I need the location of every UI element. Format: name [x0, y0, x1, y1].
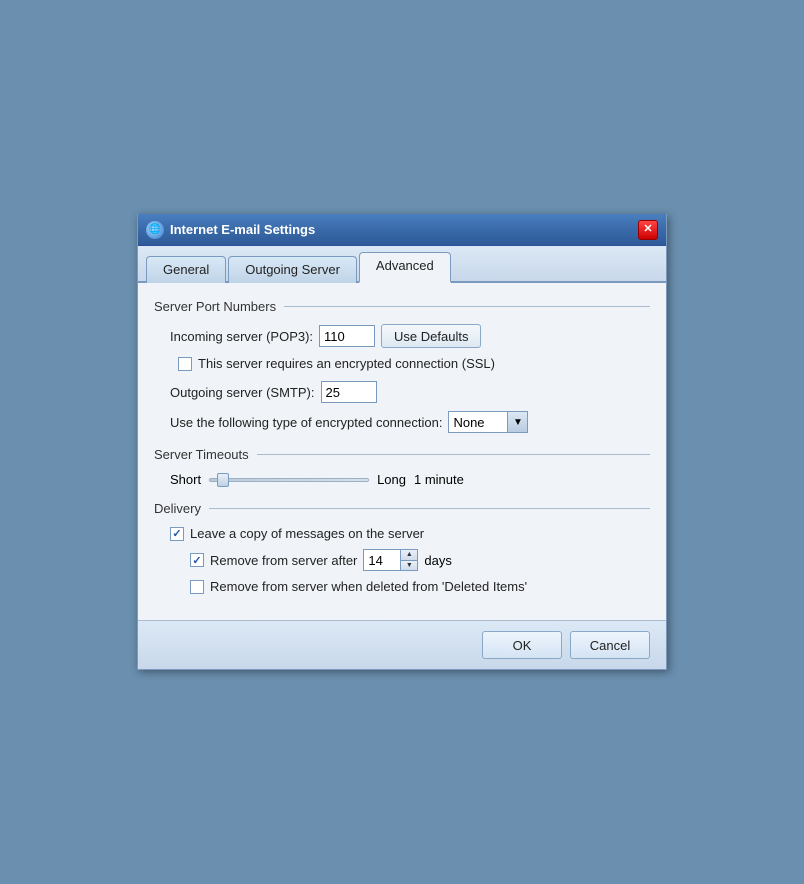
- remove-after-label: Remove from server after: [210, 553, 357, 568]
- timeout-slider[interactable]: [209, 478, 369, 482]
- server-timeouts-header: Server Timeouts: [154, 447, 650, 462]
- server-ports-section: Server Port Numbers Incoming server (POP…: [154, 299, 650, 433]
- leave-copy-label: Leave a copy of messages on the server: [190, 526, 424, 541]
- incoming-server-label: Incoming server (POP3):: [170, 329, 313, 344]
- long-label: Long: [377, 472, 406, 487]
- dropdown-arrow-icon[interactable]: ▼: [507, 412, 527, 432]
- remove-deleted-label: Remove from server when deleted from 'De…: [210, 579, 527, 594]
- delivery-section: Delivery Leave a copy of messages on the…: [154, 501, 650, 594]
- close-button[interactable]: ✕: [638, 220, 658, 240]
- dialog: 🌐 Internet E-mail Settings ✕ General Out…: [137, 214, 667, 670]
- remove-deleted-checkbox[interactable]: [190, 580, 204, 594]
- cancel-button[interactable]: Cancel: [570, 631, 650, 659]
- server-ports-header: Server Port Numbers: [154, 299, 650, 314]
- slider-thumb[interactable]: [217, 473, 229, 487]
- spinner-controls: ▲ ▼: [400, 550, 417, 570]
- delivery-header: Delivery: [154, 501, 650, 516]
- short-label: Short: [170, 472, 201, 487]
- app-icon: 🌐: [146, 221, 164, 239]
- leave-copy-checkbox[interactable]: [170, 527, 184, 541]
- timeout-value: 1 minute: [414, 472, 464, 487]
- server-timeouts-body: Short Long 1 minute: [154, 472, 650, 487]
- tabs-bar: General Outgoing Server Advanced: [138, 246, 666, 283]
- use-defaults-button[interactable]: Use Defaults: [381, 324, 481, 348]
- timeout-slider-row: Short Long 1 minute: [170, 472, 650, 487]
- ssl-checkbox[interactable]: [178, 357, 192, 371]
- ssl-checkbox-row: This server requires an encrypted connec…: [178, 356, 650, 371]
- encrypt-type-dropdown[interactable]: None ▼: [448, 411, 528, 433]
- outgoing-server-label: Outgoing server (SMTP):: [170, 385, 315, 400]
- ssl-checkbox-label: This server requires an encrypted connec…: [198, 356, 495, 371]
- spinner-down-button[interactable]: ▼: [401, 561, 417, 571]
- spinner-up-button[interactable]: ▲: [401, 550, 417, 561]
- remove-after-checkbox[interactable]: [190, 553, 204, 567]
- title-bar: 🌐 Internet E-mail Settings ✕: [138, 214, 666, 246]
- dialog-title: Internet E-mail Settings: [170, 222, 315, 237]
- content-area: Server Port Numbers Incoming server (POP…: [138, 283, 666, 620]
- tab-outgoing-server[interactable]: Outgoing Server: [228, 256, 357, 283]
- incoming-server-row: Incoming server (POP3): Use Defaults: [170, 324, 650, 348]
- delivery-body: Leave a copy of messages on the server R…: [154, 526, 650, 594]
- encrypt-type-value: None: [449, 415, 507, 430]
- outgoing-server-input[interactable]: [321, 381, 377, 403]
- dialog-footer: OK Cancel: [138, 620, 666, 669]
- server-ports-body: Incoming server (POP3): Use Defaults Thi…: [154, 324, 650, 433]
- encrypt-type-label: Use the following type of encrypted conn…: [170, 415, 442, 430]
- leave-copy-row: Leave a copy of messages on the server: [170, 526, 650, 541]
- days-input[interactable]: [364, 550, 400, 570]
- server-timeouts-section: Server Timeouts Short Long 1 minute: [154, 447, 650, 487]
- title-bar-left: 🌐 Internet E-mail Settings: [146, 221, 315, 239]
- tab-general[interactable]: General: [146, 256, 226, 283]
- remove-deleted-row: Remove from server when deleted from 'De…: [170, 579, 650, 594]
- incoming-server-input[interactable]: [319, 325, 375, 347]
- ok-button[interactable]: OK: [482, 631, 562, 659]
- remove-after-row: Remove from server after ▲ ▼ days: [170, 549, 650, 571]
- outgoing-server-row: Outgoing server (SMTP):: [170, 381, 650, 403]
- days-spinner[interactable]: ▲ ▼: [363, 549, 418, 571]
- days-label: days: [424, 553, 451, 568]
- tab-advanced[interactable]: Advanced: [359, 252, 451, 283]
- encrypt-type-row: Use the following type of encrypted conn…: [170, 411, 650, 433]
